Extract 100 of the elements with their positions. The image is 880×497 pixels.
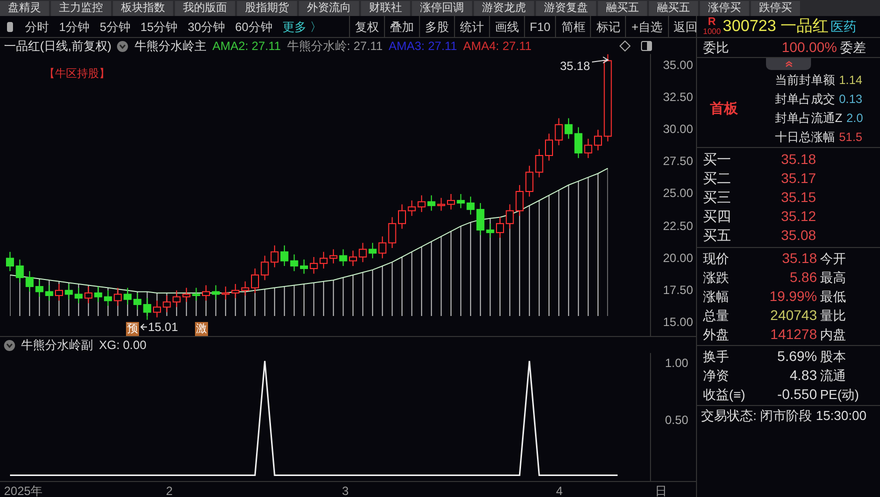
top-tab[interactable]: 盘精灵 — [0, 1, 49, 16]
toolbar-button[interactable]: 叠加 — [384, 16, 419, 37]
quote-label: 净资 — [703, 366, 730, 385]
quote-label: 流通 — [820, 366, 846, 385]
bid-price: 35.17 — [781, 169, 816, 188]
candlestick — [427, 194, 436, 212]
toolbar-button[interactable]: 多股 — [418, 16, 454, 37]
top-tab[interactable]: 外资流向 — [299, 1, 359, 16]
candlestick — [300, 259, 308, 274]
bid-price: 35.15 — [781, 188, 816, 207]
candlestick — [94, 286, 102, 302]
price-axis-label: 30.00 — [663, 121, 694, 138]
candlestick — [104, 290, 112, 306]
indicator-name: 牛熊分水岭副 — [21, 337, 93, 354]
quote-value: -0.550 — [776, 385, 817, 404]
candlestick — [594, 129, 602, 151]
indicator-value: 牛熊分水岭: 27.11 — [286, 38, 383, 55]
period-tab[interactable]: 30分钟 — [182, 18, 230, 36]
panel-toggle-icon[interactable] — [641, 41, 652, 51]
top-tab[interactable]: 板块指数 — [113, 1, 173, 16]
price-axis-label: 35.00 — [663, 56, 694, 74]
candlestick — [124, 287, 132, 306]
sector-link[interactable]: 医药 — [830, 16, 857, 36]
candlestick — [329, 248, 338, 264]
toolbar-button[interactable]: 标记 — [590, 16, 626, 37]
candlestick — [349, 250, 357, 266]
candlestick — [182, 287, 190, 302]
price-axis-label: 27.50 — [663, 153, 694, 170]
toolbar-button[interactable]: 画线 — [488, 16, 524, 37]
panel-toggle-icon[interactable] — [7, 22, 13, 32]
quote-label: PE(动) — [820, 386, 859, 404]
chart-title: 一品红(日线,前复权) — [4, 38, 112, 55]
signal-badge: 预 — [126, 322, 139, 336]
seal-value: 0.13 — [839, 91, 862, 108]
quote-label: 总量 — [703, 306, 730, 325]
top-tab[interactable]: 我的版面 — [175, 1, 235, 16]
toolbar-button[interactable]: 返回 — [668, 16, 702, 37]
quote-value: 240743 — [769, 306, 817, 325]
date-axis-label: 日 — [655, 483, 667, 497]
top-tab[interactable]: 主力监控 — [51, 1, 111, 16]
dropdown-icon[interactable] — [4, 340, 15, 350]
low-price-label: 15.01 — [148, 321, 178, 334]
candlestick — [6, 251, 14, 272]
top-tab[interactable]: 涨停买 — [700, 1, 749, 16]
candlestick — [114, 287, 122, 306]
toolbar-button[interactable]: F10 — [524, 16, 556, 37]
period-tab[interactable]: 1分钟 — [54, 18, 95, 36]
bid-label: 买一 — [703, 150, 732, 169]
top-tab[interactable]: 财联社 — [361, 1, 410, 16]
top-tab[interactable]: 游资龙虎 — [474, 1, 534, 16]
stock-code-name: 300723 一品红 — [722, 16, 829, 36]
indicator-axis-label: 1.00 — [665, 355, 688, 372]
quote-label: 涨幅 — [703, 288, 730, 306]
candlestick — [358, 242, 367, 263]
top-tab[interactable]: 游资复盘 — [536, 1, 596, 16]
board-status: 首板 — [709, 99, 739, 118]
period-tab[interactable]: 60分钟 — [230, 18, 278, 36]
quote-label: 外盘 — [703, 326, 730, 344]
top-tab[interactable]: 股指期货 — [237, 1, 297, 16]
trading-status: 交易状态: 闭市阶段 15:30:00 — [700, 407, 868, 426]
quote-label: 换手 — [703, 348, 730, 366]
date-axis-label: 2 — [166, 483, 173, 497]
toolbar-button[interactable]: 简框 — [555, 16, 590, 37]
quote-label: 量比 — [820, 306, 846, 325]
quote-label: 今开 — [820, 250, 846, 268]
bid-label: 买四 — [703, 207, 732, 226]
top-tab[interactable]: 融买五 — [598, 1, 647, 16]
candlestick — [545, 133, 553, 162]
candlestick — [192, 287, 200, 302]
candlestick — [339, 248, 348, 266]
collapse-button[interactable] — [766, 58, 811, 70]
top-tab[interactable]: 融买五 — [649, 1, 698, 16]
seal-label: 封单占流通Z — [775, 110, 842, 127]
candlestick — [368, 242, 377, 259]
toolbar-button[interactable]: 复权 — [348, 16, 384, 37]
top-tab[interactable]: 跌停买 — [751, 1, 800, 16]
quote-label: 委差 — [840, 38, 866, 57]
top-tab[interactable]: 涨停回调 — [412, 1, 472, 16]
quote-label: 最高 — [820, 268, 846, 287]
rating-badge-number: 1000 — [703, 26, 721, 36]
arrow-icon — [592, 56, 609, 64]
bid-price: 35.12 — [781, 207, 816, 226]
indicator-axis-label: 0.50 — [665, 412, 688, 430]
quote-value: 5.69% — [776, 347, 817, 366]
bid-price: 35.08 — [781, 226, 816, 245]
seal-label: 封单占成交 — [775, 91, 835, 108]
arrow-icon — [140, 324, 148, 330]
candlestick — [153, 300, 161, 318]
price-axis-label: 25.00 — [663, 185, 694, 202]
toolbar-button[interactable]: +自选 — [625, 16, 668, 37]
period-tab[interactable]: 5分钟 — [94, 18, 136, 36]
quote-label: 涨跌 — [703, 268, 730, 287]
period-tab[interactable]: 15分钟 — [135, 18, 183, 36]
seal-value: 2.0 — [846, 110, 864, 127]
signal-badge: 激 — [195, 322, 208, 336]
more-button[interactable]: 更多 〉 — [277, 18, 327, 36]
quote-value: 4.83 — [788, 366, 817, 385]
dropdown-icon[interactable] — [117, 40, 128, 52]
period-tab[interactable]: 分时 — [20, 18, 54, 36]
toolbar-button[interactable]: 统计 — [454, 16, 489, 37]
